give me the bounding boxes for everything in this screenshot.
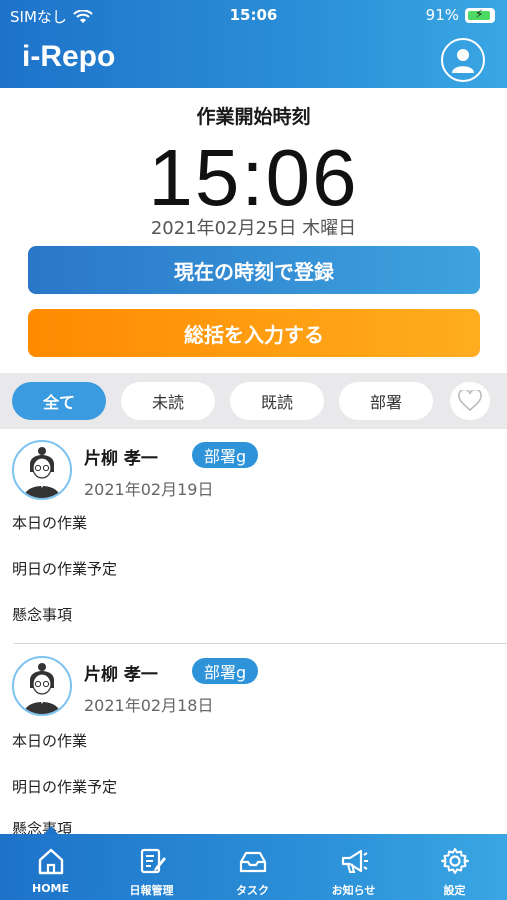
report-date: 2021年02月18日 <box>84 696 214 715</box>
user-icon <box>452 49 474 73</box>
status-bar: SIMなし 15:06 91% ⚡ <box>0 4 507 26</box>
report-author: 片柳 孝一 <box>84 449 158 469</box>
tab-home[interactable]: HOME <box>0 826 101 900</box>
status-right: 91% ⚡ <box>426 6 495 24</box>
tab-report-management-label: 日報管理 <box>129 884 174 897</box>
report-tomorrow-plan: 明日の作業予定 <box>12 560 118 578</box>
department-badge: 部署g <box>192 658 259 684</box>
enter-summary-button[interactable]: 総括を入力する <box>28 309 480 357</box>
filter-read-tab[interactable]: 既読 <box>230 382 324 420</box>
tab-settings[interactable]: 設定 <box>404 834 505 900</box>
clock-display: 15:06 <box>148 133 359 222</box>
tab-settings-label: 設定 <box>443 884 466 897</box>
gear-icon <box>441 848 469 874</box>
register-time-button[interactable]: 現在の時刻で登録 <box>28 246 480 294</box>
report-date: 2021年02月19日 <box>84 480 214 499</box>
battery-percent: 91% <box>425 6 459 24</box>
filter-bar: 全て 未読 既読 部署 <box>0 373 507 429</box>
megaphone-icon <box>341 849 368 873</box>
report-item[interactable]: 片柳 孝一 部署g 2021年02月19日 本日の作業 明日の作業予定 懸念事項 <box>0 440 507 640</box>
report-tomorrow-plan: 明日の作業予定 <box>12 778 118 796</box>
bottom-tab-bar: HOME 日報管理 タスク お知らせ 設定 <box>0 826 507 900</box>
filter-all-tab[interactable]: 全て <box>12 382 106 420</box>
report-item[interactable]: 片柳 孝一 部署g 2021年02月18日 本日の作業 明日の作業予定 懸念事項 <box>0 656 507 838</box>
active-tab-pointer <box>44 826 58 834</box>
inbox-tray-icon <box>239 851 267 873</box>
tab-notice[interactable]: お知らせ <box>303 834 404 900</box>
author-avatar <box>12 440 72 500</box>
start-time-label: 作業開始時刻 <box>196 106 311 128</box>
report-divider <box>14 643 507 644</box>
profile-button[interactable] <box>441 38 485 82</box>
home-icon <box>38 848 64 875</box>
tab-notice-label: お知らせ <box>331 884 376 897</box>
report-author: 片柳 孝一 <box>84 665 158 685</box>
tab-report-management[interactable]: 日報管理 <box>101 834 202 900</box>
tab-home-label: HOME <box>31 882 70 895</box>
battery-icon: ⚡ <box>465 7 495 23</box>
person-avatar-icon <box>24 663 60 714</box>
tab-task-label: タスク <box>236 884 269 897</box>
filter-favorite-button[interactable] <box>450 382 490 420</box>
tab-task[interactable]: タスク <box>202 834 303 900</box>
start-time-section: 作業開始時刻 15:06 2021年02月25日 木曜日 現在の時刻で登録 総括… <box>0 88 507 373</box>
author-avatar <box>12 656 72 716</box>
report-today-work: 本日の作業 <box>12 732 88 750</box>
filter-department-tab[interactable]: 部署 <box>339 382 433 420</box>
heart-icon <box>458 390 482 412</box>
department-badge: 部署g <box>192 442 259 468</box>
report-today-work: 本日の作業 <box>12 514 88 532</box>
report-edit-icon <box>140 848 166 874</box>
filter-unread-tab[interactable]: 未読 <box>121 382 215 420</box>
app-header: SIMなし 15:06 91% ⚡ i-Repo <box>0 0 507 88</box>
current-date: 2021年02月25日 木曜日 <box>150 218 357 239</box>
app-title: i-Repo <box>22 40 116 73</box>
person-avatar-icon <box>24 447 60 498</box>
report-concerns: 懸念事項 <box>12 606 73 624</box>
